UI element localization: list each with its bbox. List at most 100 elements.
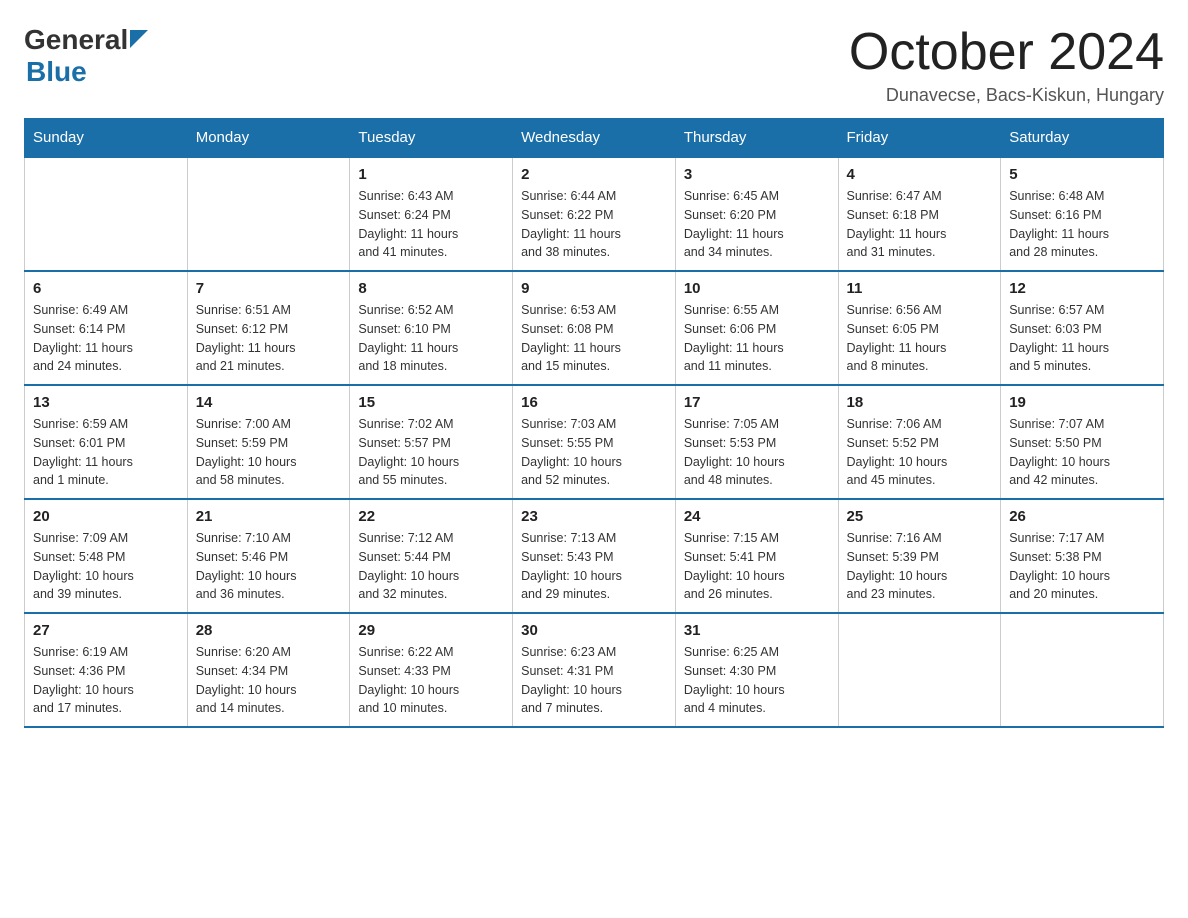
calendar-table: SundayMondayTuesdayWednesdayThursdayFrid… [24,118,1164,728]
calendar-day-cell: 7 Sunrise: 6:51 AM Sunset: 6:12 PM Daylig… [187,271,350,385]
day-number: 14 [196,394,342,411]
day-info: Sunrise: 6:44 AM Sunset: 6:22 PM Dayligh… [521,187,667,262]
day-number: 4 [847,166,993,183]
calendar-day-cell: 16Sunrise: 7:03 AM Sunset: 5:55 PM Dayli… [513,385,676,499]
day-number: 30 [521,622,667,639]
day-info: Sunrise: 7:17 AM Sunset: 5:38 PM Dayligh… [1009,529,1155,604]
weekday-header-friday: Friday [838,119,1001,158]
day-info: Sunrise: 7:13 AM Sunset: 5:43 PM Dayligh… [521,529,667,604]
day-number: 10 [684,280,830,297]
calendar-day-cell: 12Sunrise: 6:57 AM Sunset: 6:03 PM Dayli… [1001,271,1164,385]
day-info: Sunrise: 7:12 AM Sunset: 5:44 PM Dayligh… [358,529,504,604]
weekday-header-monday: Monday [187,119,350,158]
day-number: 7 [196,280,342,297]
day-number: 28 [196,622,342,639]
day-info: Sunrise: 7:05 AM Sunset: 5:53 PM Dayligh… [684,415,830,490]
day-info: Sunrise: 6:59 AM Sunset: 6:01 PM Dayligh… [33,415,179,490]
calendar-day-cell: 23 Sunrise: 7:13 AM Sunset: 5:43 PM Dayli… [513,499,676,613]
calendar-day-cell: 9 Sunrise: 6:53 AM Sunset: 6:08 PM Daylig… [513,271,676,385]
day-number: 9 [521,280,667,297]
calendar-week-row: 27 Sunrise: 6:19 AM Sunset: 4:36 PM Dayli… [25,613,1164,727]
calendar-day-cell [25,157,188,271]
day-number: 11 [847,280,993,297]
calendar-day-cell: 6 Sunrise: 6:49 AM Sunset: 6:14 PM Daylig… [25,271,188,385]
day-info: Sunrise: 6:52 AM Sunset: 6:10 PM Dayligh… [358,301,504,376]
day-number: 1 [358,166,504,183]
title-section: October 2024 Dunavecse, Bacs-Kiskun, Hun… [849,24,1164,106]
calendar-week-row: 20Sunrise: 7:09 AM Sunset: 5:48 PM Dayli… [25,499,1164,613]
day-info: Sunrise: 6:45 AM Sunset: 6:20 PM Dayligh… [684,187,830,262]
day-number: 12 [1009,280,1155,297]
day-number: 31 [684,622,830,639]
day-number: 6 [33,280,179,297]
day-info: Sunrise: 6:53 AM Sunset: 6:08 PM Dayligh… [521,301,667,376]
day-info: Sunrise: 6:47 AM Sunset: 6:18 PM Dayligh… [847,187,993,262]
day-info: Sunrise: 7:09 AM Sunset: 5:48 PM Dayligh… [33,529,179,604]
calendar-day-cell: 24 Sunrise: 7:15 AM Sunset: 5:41 PM Dayli… [675,499,838,613]
day-number: 3 [684,166,830,183]
logo-general-text: General [24,24,128,56]
location-title: Dunavecse, Bacs-Kiskun, Hungary [849,85,1164,106]
calendar-day-cell: 29Sunrise: 6:22 AM Sunset: 4:33 PM Dayli… [350,613,513,727]
day-number: 15 [358,394,504,411]
day-info: Sunrise: 7:02 AM Sunset: 5:57 PM Dayligh… [358,415,504,490]
calendar-day-cell: 20Sunrise: 7:09 AM Sunset: 5:48 PM Dayli… [25,499,188,613]
calendar-week-row: 13Sunrise: 6:59 AM Sunset: 6:01 PM Dayli… [25,385,1164,499]
day-info: Sunrise: 7:07 AM Sunset: 5:50 PM Dayligh… [1009,415,1155,490]
calendar-day-cell: 26 Sunrise: 7:17 AM Sunset: 5:38 PM Dayli… [1001,499,1164,613]
logo: General Blue [24,24,152,88]
day-number: 17 [684,394,830,411]
calendar-day-cell: 17 Sunrise: 7:05 AM Sunset: 5:53 PM Dayli… [675,385,838,499]
day-info: Sunrise: 6:23 AM Sunset: 4:31 PM Dayligh… [521,643,667,718]
weekday-header-thursday: Thursday [675,119,838,158]
day-info: Sunrise: 7:03 AM Sunset: 5:55 PM Dayligh… [521,415,667,490]
day-info: Sunrise: 6:43 AM Sunset: 6:24 PM Dayligh… [358,187,504,262]
day-info: Sunrise: 6:51 AM Sunset: 6:12 PM Dayligh… [196,301,342,376]
day-number: 22 [358,508,504,525]
weekday-header-saturday: Saturday [1001,119,1164,158]
calendar-day-cell: 2 Sunrise: 6:44 AM Sunset: 6:22 PM Daylig… [513,157,676,271]
weekday-header-tuesday: Tuesday [350,119,513,158]
calendar-day-cell: 30 Sunrise: 6:23 AM Sunset: 4:31 PM Dayli… [513,613,676,727]
day-number: 29 [358,622,504,639]
calendar-day-cell [1001,613,1164,727]
logo-triangle-icon [130,30,152,52]
calendar-day-cell: 5 Sunrise: 6:48 AM Sunset: 6:16 PM Daylig… [1001,157,1164,271]
day-info: Sunrise: 7:00 AM Sunset: 5:59 PM Dayligh… [196,415,342,490]
calendar-day-cell: 11Sunrise: 6:56 AM Sunset: 6:05 PM Dayli… [838,271,1001,385]
day-info: Sunrise: 7:10 AM Sunset: 5:46 PM Dayligh… [196,529,342,604]
calendar-week-row: 1 Sunrise: 6:43 AM Sunset: 6:24 PM Daylig… [25,157,1164,271]
calendar-day-cell: 1 Sunrise: 6:43 AM Sunset: 6:24 PM Daylig… [350,157,513,271]
calendar-day-cell: 31 Sunrise: 6:25 AM Sunset: 4:30 PM Dayli… [675,613,838,727]
weekday-header-sunday: Sunday [25,119,188,158]
day-number: 2 [521,166,667,183]
day-info: Sunrise: 7:06 AM Sunset: 5:52 PM Dayligh… [847,415,993,490]
calendar-day-cell: 3 Sunrise: 6:45 AM Sunset: 6:20 PM Daylig… [675,157,838,271]
day-number: 21 [196,508,342,525]
weekday-header-row: SundayMondayTuesdayWednesdayThursdayFrid… [25,119,1164,158]
day-number: 19 [1009,394,1155,411]
day-info: Sunrise: 6:49 AM Sunset: 6:14 PM Dayligh… [33,301,179,376]
day-number: 5 [1009,166,1155,183]
day-number: 27 [33,622,179,639]
day-number: 25 [847,508,993,525]
calendar-day-cell: 10Sunrise: 6:55 AM Sunset: 6:06 PM Dayli… [675,271,838,385]
day-info: Sunrise: 6:20 AM Sunset: 4:34 PM Dayligh… [196,643,342,718]
day-number: 24 [684,508,830,525]
day-info: Sunrise: 7:16 AM Sunset: 5:39 PM Dayligh… [847,529,993,604]
day-info: Sunrise: 6:19 AM Sunset: 4:36 PM Dayligh… [33,643,179,718]
calendar-day-cell: 4 Sunrise: 6:47 AM Sunset: 6:18 PM Daylig… [838,157,1001,271]
calendar-day-cell [187,157,350,271]
day-info: Sunrise: 6:48 AM Sunset: 6:16 PM Dayligh… [1009,187,1155,262]
calendar-day-cell: 27 Sunrise: 6:19 AM Sunset: 4:36 PM Dayli… [25,613,188,727]
day-info: Sunrise: 6:25 AM Sunset: 4:30 PM Dayligh… [684,643,830,718]
calendar-day-cell [838,613,1001,727]
calendar-day-cell: 22 Sunrise: 7:12 AM Sunset: 5:44 PM Dayli… [350,499,513,613]
month-title: October 2024 [849,24,1164,81]
day-number: 23 [521,508,667,525]
weekday-header-wednesday: Wednesday [513,119,676,158]
calendar-day-cell: 25 Sunrise: 7:16 AM Sunset: 5:39 PM Dayli… [838,499,1001,613]
day-info: Sunrise: 7:15 AM Sunset: 5:41 PM Dayligh… [684,529,830,604]
day-number: 26 [1009,508,1155,525]
calendar-day-cell: 28 Sunrise: 6:20 AM Sunset: 4:34 PM Dayli… [187,613,350,727]
